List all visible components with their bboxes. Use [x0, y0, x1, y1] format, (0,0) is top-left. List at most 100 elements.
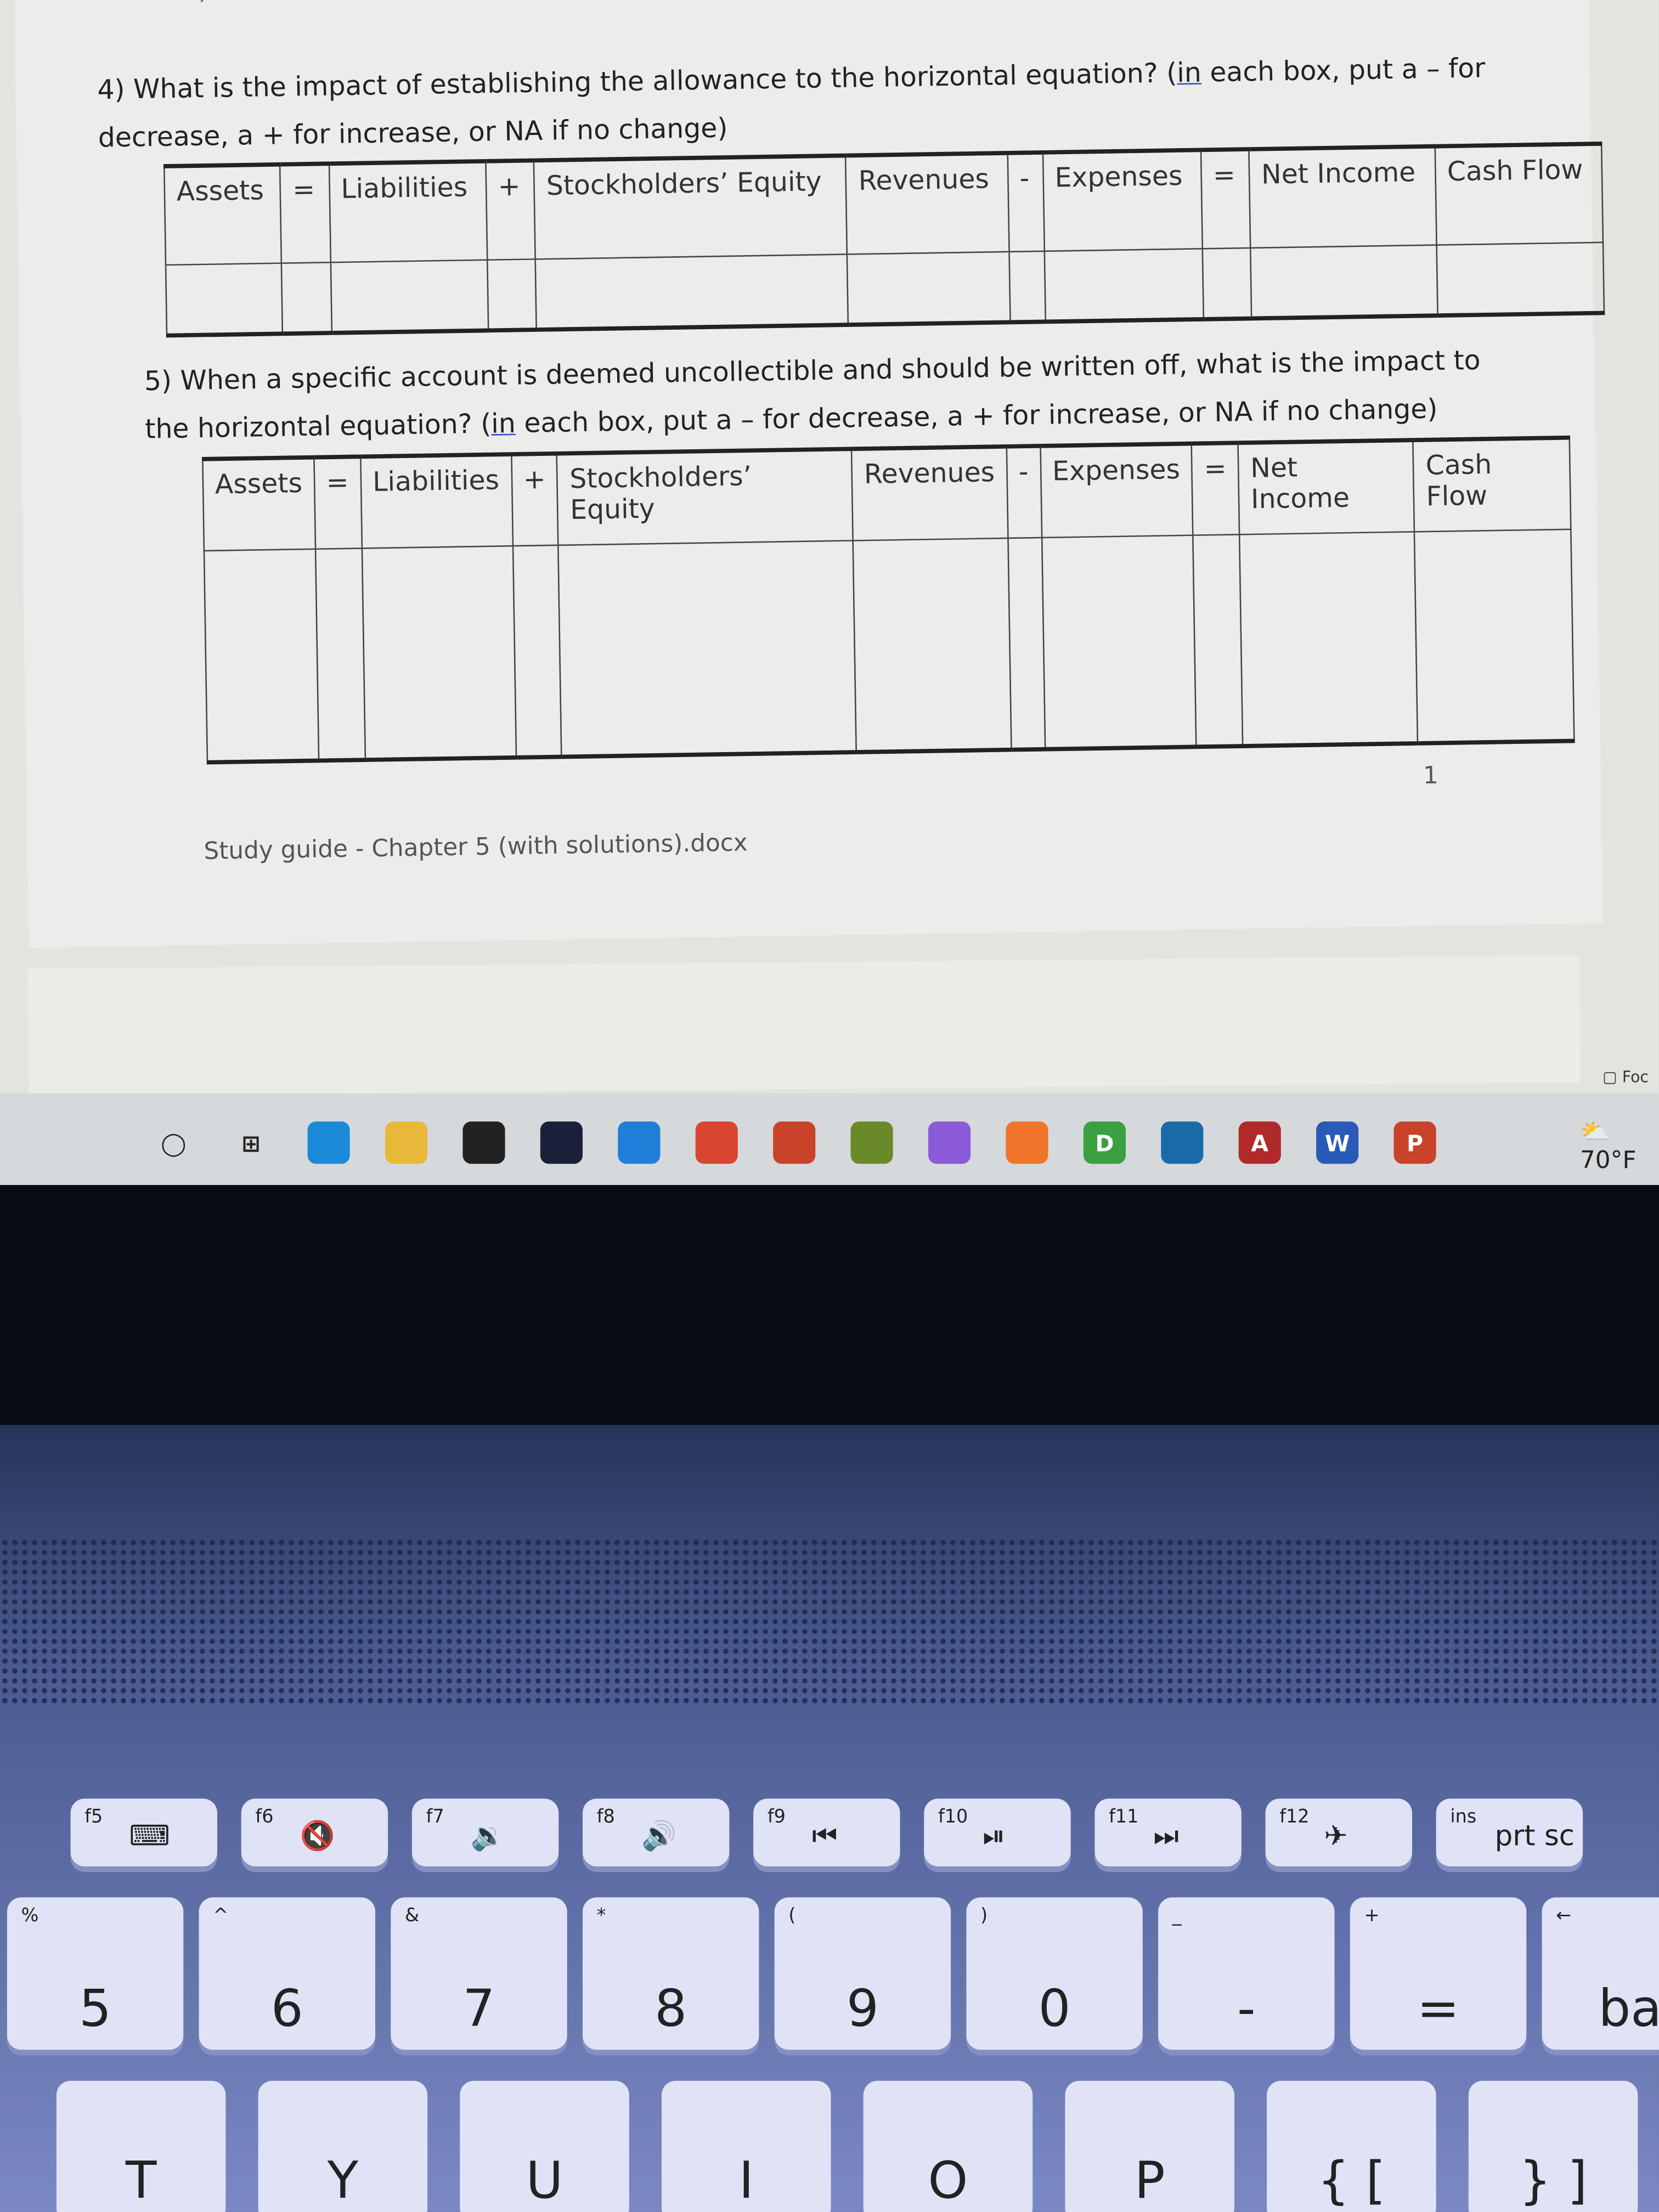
column-header: Cash Flow [1413, 437, 1571, 532]
function-key[interactable]: f9 ⏮ [753, 1798, 900, 1866]
function-key[interactable]: f6 🔇 [241, 1798, 388, 1866]
task-view-icon[interactable]: ⊞ [230, 1121, 273, 1164]
key-label: _ [1172, 1905, 1182, 1927]
answer-cell[interactable] [535, 254, 849, 330]
number-key[interactable]: _ - [1158, 1897, 1335, 2050]
weather-temp: 70°F [1579, 1147, 1637, 1175]
answer-cell[interactable] [847, 251, 1010, 325]
number-key[interactable]: & 7 [391, 1897, 567, 2050]
visual-studio-icon[interactable] [928, 1121, 971, 1164]
edge-icon[interactable] [307, 1121, 350, 1164]
key-label: ( [788, 1905, 796, 1927]
function-key[interactable]: f12 ✈ [1265, 1798, 1412, 1866]
letter-key[interactable]: O [863, 2080, 1033, 2212]
answer-cell[interactable] [166, 263, 283, 336]
power-automate-icon[interactable] [540, 1121, 583, 1164]
answer-cell[interactable] [1250, 245, 1438, 319]
answer-cell[interactable] [204, 549, 319, 763]
column-header: Assets [164, 164, 282, 265]
question-5: 5) When a specific account is deemed unc… [144, 336, 1499, 454]
letter-key[interactable]: I [661, 2080, 831, 2212]
answer-cell[interactable] [362, 546, 516, 760]
function-key[interactable]: f7 🔉 [411, 1798, 559, 1866]
python-idle-icon[interactable] [850, 1121, 893, 1164]
answer-cell[interactable] [558, 540, 856, 757]
answer-cell[interactable] [281, 262, 331, 334]
number-key[interactable]: ← ba [1542, 1897, 1659, 2050]
weather-widget[interactable]: ⛅ 70°F [1580, 1119, 1659, 1175]
chrome-icon[interactable] [695, 1121, 738, 1164]
key-label: U [526, 2152, 563, 2211]
answer-cell[interactable] [1202, 247, 1252, 319]
key-label: T [125, 2152, 157, 2211]
answer-cell[interactable] [1239, 532, 1418, 746]
number-key[interactable]: * 8 [582, 1897, 759, 2050]
key-label: ins [1450, 1807, 1477, 1829]
key-label: + [1364, 1905, 1380, 1927]
question-number: 5) [144, 365, 172, 398]
underlined-word: in [490, 408, 516, 440]
answer-cell[interactable] [853, 538, 1011, 753]
answer-cell[interactable] [512, 545, 562, 758]
cortana-circle-icon[interactable] [1161, 1121, 1204, 1164]
search-circle-icon[interactable]: ◯ [152, 1121, 195, 1164]
key-label: ⏮ [812, 1818, 838, 1853]
key-label: f8 [596, 1807, 615, 1829]
number-key[interactable]: ^ 6 [199, 1897, 375, 2050]
letter-key[interactable]: } ] [1468, 2080, 1638, 2212]
answer-cell[interactable] [315, 548, 365, 761]
snipping-tool-icon[interactable] [773, 1121, 816, 1164]
file-explorer-icon[interactable] [385, 1121, 428, 1164]
keyboard-deck: f5 ⌨ f6 🔇 f7 🔉 f8 🔊 f9 ⏮ f10 ⏯ f11 ⏭ f12 ✈ ins prt sc % 5 ^ 6… [0, 1425, 1659, 2212]
laptop-bezel [0, 1184, 1659, 1425]
function-key[interactable]: f10 ⏯ [924, 1798, 1071, 1866]
column-header: Expenses [1040, 443, 1193, 538]
equation-table-q4: Assets = Liabilities + Stockholders’ Equity R… [163, 142, 1605, 337]
answer-cell[interactable] [1041, 535, 1197, 749]
function-key[interactable]: f5 ⌨ [70, 1798, 217, 1866]
number-key[interactable]: ) 0 [966, 1897, 1143, 2050]
taskbar: ⛅ 70°F ◯ ⊞ D A W P [0, 1093, 1659, 1185]
function-key[interactable]: ins prt sc [1436, 1798, 1583, 1866]
key-label: - [1237, 1980, 1256, 2039]
letter-key[interactable]: P [1065, 2080, 1234, 2212]
function-key[interactable]: f8 🔊 [582, 1798, 730, 1866]
key-label: } ] [1519, 2152, 1588, 2211]
answer-cell[interactable] [1193, 534, 1243, 747]
key-label: 🔉 [470, 1818, 506, 1853]
letter-key[interactable]: { [ [1267, 2080, 1436, 2212]
answer-cell[interactable] [1414, 529, 1575, 743]
key-label: 8 [654, 1980, 687, 2039]
focus-button[interactable]: ▢ Foc [1602, 1068, 1649, 1086]
question-text: What is the impact of establishing the a… [133, 58, 1177, 106]
microsoft-store-icon[interactable] [462, 1121, 505, 1164]
mail-icon[interactable] [618, 1121, 661, 1164]
document-footer: Study guide - Chapter 5 (with solutions)… [204, 829, 748, 866]
column-header: Cash Flow [1435, 143, 1603, 245]
firefox-icon[interactable] [1006, 1121, 1048, 1164]
key-label: f6 [255, 1807, 274, 1829]
letter-key[interactable]: Y [258, 2080, 428, 2212]
d-app-icon[interactable]: D [1083, 1121, 1126, 1164]
column-header: Net Income [1238, 440, 1415, 535]
number-key[interactable]: (9 [774, 1897, 951, 2050]
column-header: = [280, 163, 330, 263]
answer-cell[interactable] [1436, 242, 1604, 316]
column-header: + [511, 453, 559, 546]
powerpoint-icon[interactable]: P [1393, 1121, 1436, 1164]
word-icon[interactable]: W [1316, 1121, 1359, 1164]
answer-cell[interactable] [1007, 537, 1045, 750]
answer-cell[interactable] [487, 259, 537, 331]
answer-cell[interactable] [330, 259, 488, 333]
access-icon[interactable]: A [1238, 1121, 1281, 1164]
answer-cell[interactable] [1008, 251, 1045, 323]
key-label: prt sc [1494, 1818, 1575, 1853]
column-header: Liabilities [360, 454, 512, 549]
letter-key[interactable]: T [56, 2080, 226, 2212]
function-key[interactable]: f11 ⏭ [1094, 1798, 1242, 1866]
key-label: I [738, 2152, 754, 2211]
letter-key[interactable]: U [460, 2080, 629, 2212]
number-key[interactable]: % 5 [7, 1897, 184, 2050]
answer-cell[interactable] [1043, 249, 1204, 322]
number-key[interactable]: + = [1350, 1897, 1527, 2050]
